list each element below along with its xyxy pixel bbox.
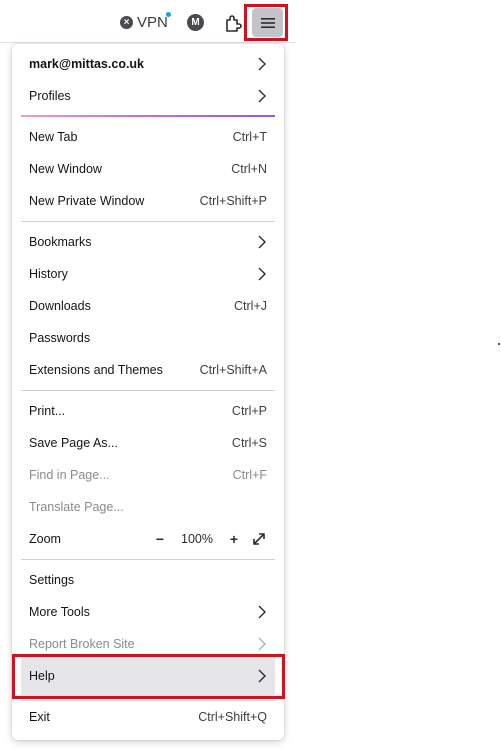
new-private-window-label: New Private Window [29, 194, 145, 208]
vpn-label: VPN [137, 13, 168, 31]
menu-item-find-in-page[interactable]: Find in Page... Ctrl+F [20, 459, 276, 491]
profiles-label: Profiles [29, 89, 71, 103]
menu-item-profiles[interactable]: Profiles [20, 80, 276, 112]
menu-item-new-window[interactable]: New Window Ctrl+N [20, 153, 276, 185]
exit-label: Exit [29, 710, 50, 724]
find-label: Find in Page... [29, 468, 110, 482]
menu-item-extensions-and-themes[interactable]: Extensions and Themes Ctrl+Shift+A [20, 354, 276, 386]
menu-item-zoom: Zoom − 100% + [20, 523, 276, 555]
save-page-label: Save Page As... [29, 436, 118, 450]
report-label: Report Broken Site [29, 637, 135, 651]
vpn-button[interactable]: × VPN [120, 12, 171, 32]
passwords-label: Passwords [29, 331, 91, 345]
chevron-right-icon [258, 57, 266, 71]
menu-divider [21, 221, 275, 222]
vpn-notification-dot-icon [166, 12, 171, 17]
menu-item-downloads[interactable]: Downloads Ctrl+J [20, 290, 276, 322]
menu-item-new-tab[interactable]: New Tab Ctrl+T [20, 121, 276, 153]
menu-item-translate-page[interactable]: Translate Page... [20, 491, 276, 523]
zoom-controls: − 100% + [151, 530, 267, 548]
downloads-label: Downloads [29, 299, 91, 313]
account-avatar[interactable]: M [187, 14, 204, 31]
history-label: History [29, 267, 68, 281]
menu-item-bookmarks[interactable]: Bookmarks [20, 226, 276, 258]
menu-item-print[interactable]: Print... Ctrl+P [20, 395, 276, 427]
save-page-shortcut: Ctrl+S [231, 436, 267, 450]
new-private-window-shortcut: Ctrl+Shift+P [199, 194, 267, 208]
menu-item-passwords[interactable]: Passwords [20, 322, 276, 354]
toolbar-divider [0, 42, 296, 43]
find-shortcut: Ctrl+F [232, 468, 267, 482]
new-window-label: New Window [29, 162, 102, 176]
menu-item-account[interactable]: mark@mittas.co.uk [20, 48, 276, 80]
downloads-shortcut: Ctrl+J [234, 299, 267, 313]
zoom-in-button[interactable]: + [225, 530, 243, 548]
translate-label: Translate Page... [29, 500, 124, 514]
menu-item-exit[interactable]: Exit Ctrl+Shift+Q [20, 701, 276, 733]
page-speck [498, 343, 500, 345]
settings-label: Settings [29, 573, 75, 587]
chevron-right-icon [258, 267, 266, 281]
accent-divider [21, 115, 275, 117]
vpn-status-icon: × [120, 15, 133, 29]
menu-divider [21, 559, 275, 560]
menu-item-settings[interactable]: Settings [20, 564, 276, 596]
menu-item-new-private-window[interactable]: New Private Window Ctrl+Shift+P [20, 185, 276, 217]
chevron-right-icon [258, 235, 266, 249]
zoom-out-button[interactable]: − [151, 530, 169, 548]
new-tab-label: New Tab [29, 130, 78, 144]
account-label: mark@mittas.co.uk [29, 57, 145, 71]
chevron-right-icon [258, 89, 266, 103]
menu-item-save-page-as[interactable]: Save Page As... Ctrl+S [20, 427, 276, 459]
chevron-right-icon [258, 637, 266, 651]
chevron-right-icon [258, 605, 266, 619]
zoom-label: Zoom [29, 532, 61, 546]
bookmarks-label: Bookmarks [29, 235, 92, 249]
browser-toolbar: × VPN M [0, 0, 501, 42]
extensions-label: Extensions and Themes [29, 363, 163, 377]
extensions-puzzle-icon[interactable] [222, 11, 244, 33]
help-highlight-box [12, 654, 285, 699]
more-tools-label: More Tools [29, 605, 90, 619]
app-menu-panel: mark@mittas.co.uk Profiles New Tab Ctrl+… [12, 44, 284, 740]
exit-shortcut: Ctrl+Shift+Q [198, 710, 267, 724]
menu-item-history[interactable]: History [20, 258, 276, 290]
print-label: Print... [29, 404, 66, 418]
menu-item-more-tools[interactable]: More Tools [20, 596, 276, 628]
menu-button-highlight-box [244, 4, 288, 41]
extensions-shortcut: Ctrl+Shift+A [199, 363, 267, 377]
new-window-shortcut: Ctrl+N [231, 162, 267, 176]
menu-divider [21, 390, 275, 391]
print-shortcut: Ctrl+P [231, 404, 267, 418]
zoom-level-value[interactable]: 100% [177, 532, 217, 546]
fullscreen-expand-icon[interactable] [251, 531, 267, 547]
new-tab-shortcut: Ctrl+T [232, 130, 267, 144]
